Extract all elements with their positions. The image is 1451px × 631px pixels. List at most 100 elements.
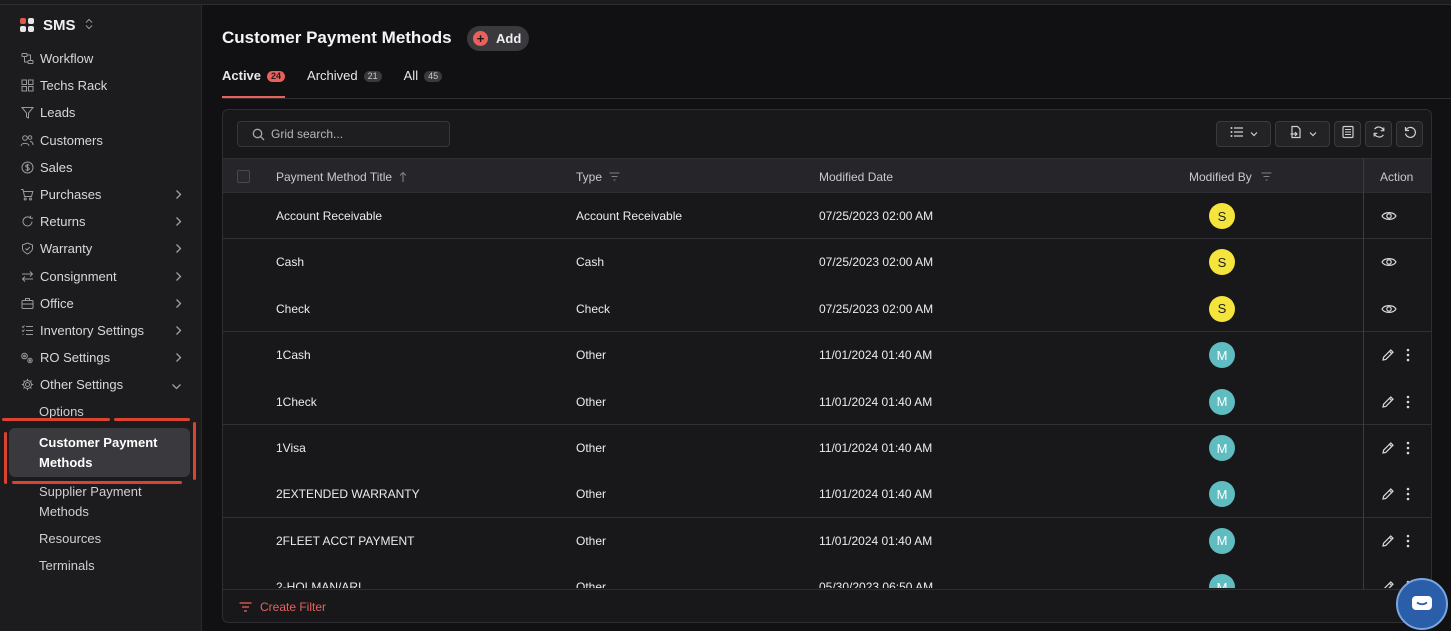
columns-button[interactable] — [1334, 121, 1361, 147]
cell-modified-by: S — [1209, 286, 1235, 332]
sidebar-item-techs-rack[interactable]: Techs Rack — [0, 72, 202, 99]
create-filter-button[interactable]: Create Filter — [260, 600, 326, 614]
sidebar-item-label: Consignment — [40, 268, 117, 284]
view-button[interactable] — [1381, 256, 1397, 268]
app-logo-icon — [20, 18, 34, 32]
grid-search — [237, 121, 450, 147]
table-body: Account Receivable Account Receivable 07/2… — [223, 193, 1431, 588]
cell-modified-date: 11/01/2024 01:40 AM — [819, 441, 933, 455]
edit-button[interactable] — [1381, 580, 1395, 588]
shield-icon — [20, 242, 34, 256]
sidebar-item-label: Warranty — [40, 241, 93, 257]
kebab-menu-icon — [1406, 348, 1410, 362]
more-options-button[interactable] — [1406, 534, 1410, 548]
edit-button[interactable] — [1381, 534, 1395, 548]
column-header-modified-by[interactable]: Modified By — [1189, 159, 1272, 194]
edit-button[interactable] — [1381, 441, 1395, 455]
column-label: Action — [1380, 169, 1414, 184]
pencil-icon — [1381, 487, 1395, 501]
column-header-modified-date[interactable]: Modified Date — [819, 159, 893, 194]
sidebar-item-inventory-settings[interactable]: Inventory Settings — [0, 317, 202, 344]
tab-count-badge: 24 — [267, 71, 286, 82]
sidebar-item-other-settings[interactable]: Other Settings — [0, 371, 202, 398]
table-row[interactable]: Check Check 07/25/2023 02:00 AM S — [223, 286, 1431, 333]
sidebar-subitem-options[interactable]: Options — [0, 398, 202, 425]
table-row[interactable]: Account Receivable Account Receivable 07/2… — [223, 193, 1431, 240]
annotation-mark — [114, 418, 190, 421]
chevron-updown-icon — [85, 18, 93, 33]
swap-icon — [20, 269, 34, 283]
view-button[interactable] — [1381, 303, 1397, 315]
search-input[interactable] — [271, 127, 441, 141]
sidebar-item-customers[interactable]: Customers — [0, 127, 202, 154]
more-options-button[interactable] — [1406, 487, 1410, 501]
sidebar-subitem-resources[interactable]: Resources — [0, 525, 202, 552]
edit-button[interactable] — [1381, 395, 1395, 409]
table-row[interactable]: 1Cash Other 11/01/2024 01:40 AM M — [223, 332, 1431, 378]
sidebar-item-label: Sales — [40, 159, 73, 175]
search-icon — [252, 128, 265, 141]
avatar: M — [1209, 342, 1235, 369]
sidebar-subitem-label: Customer Payment Methods — [39, 434, 158, 470]
select-all-checkbox[interactable] — [237, 170, 250, 183]
export-dropdown[interactable] — [1275, 121, 1330, 147]
edit-button[interactable] — [1381, 487, 1395, 501]
column-header-type[interactable]: Type — [576, 159, 620, 194]
more-options-button[interactable] — [1406, 441, 1410, 455]
tab-archived[interactable]: Archived 21 — [307, 68, 382, 98]
refresh-button[interactable] — [1365, 121, 1392, 147]
sidebar-subitem-supplier-payment-methods[interactable]: Supplier Payment Methods — [0, 478, 202, 525]
view-density-dropdown[interactable] — [1216, 121, 1271, 147]
table-row[interactable]: 2FLEET ACCT PAYMENT Other 11/01/2024 01:40… — [223, 518, 1431, 564]
sidebar-item-consignment[interactable]: Consignment — [0, 263, 202, 290]
sidebar-item-returns[interactable]: Returns — [0, 208, 202, 235]
filter-icon — [1261, 172, 1272, 181]
app-switcher[interactable]: SMS — [20, 14, 93, 36]
table-row[interactable]: Cash Cash 07/25/2023 02:00 AM S — [223, 239, 1431, 285]
sidebar-subitem-terminals[interactable]: Terminals — [0, 552, 202, 579]
tab-active[interactable]: Active 24 — [222, 68, 286, 98]
table-row[interactable]: 2EXTENDED WARRANTY Other 11/01/2024 01:40 … — [223, 471, 1431, 518]
kebab-menu-icon — [1406, 534, 1410, 548]
view-button[interactable] — [1381, 210, 1397, 222]
pencil-icon — [1381, 580, 1395, 588]
sidebar-subitem-customer-payment-methods[interactable]: Customer Payment Methods — [9, 428, 190, 478]
sidebar-item-warranty[interactable]: Warranty — [0, 235, 202, 262]
sidebar-item-label: Returns — [40, 214, 86, 230]
reset-button[interactable] — [1396, 121, 1423, 147]
sidebar-item-purchases[interactable]: Purchases — [0, 181, 202, 208]
sidebar-item-office[interactable]: Office — [0, 290, 202, 317]
cell-title: Cash — [276, 255, 305, 270]
cart-icon — [20, 188, 34, 202]
edit-button[interactable] — [1381, 348, 1395, 362]
sidebar-item-sales[interactable]: Sales — [0, 154, 202, 181]
more-options-button[interactable] — [1406, 395, 1410, 409]
cell-title: Account Receivable — [276, 209, 383, 223]
table-row[interactable]: 1Check Other 11/01/2024 01:40 AM M — [223, 379, 1431, 425]
cell-title: 1Cash — [276, 348, 311, 363]
pencil-icon — [1381, 348, 1395, 362]
column-header-title[interactable]: Payment Method Title — [276, 159, 407, 194]
tab-all[interactable]: All 45 — [404, 68, 443, 98]
cell-title: 2EXTENDED WARRANTY — [276, 487, 420, 502]
chat-support-button[interactable] — [1396, 578, 1448, 630]
cell-title: 1Visa — [276, 441, 306, 455]
cell-modified-date: 11/01/2024 01:40 AM — [819, 348, 933, 363]
cell-modified-by: M — [1209, 471, 1235, 517]
sidebar-item-workflow[interactable]: Workflow — [0, 45, 202, 72]
add-button[interactable]: + Add — [467, 26, 529, 51]
tab-bar: Active 24 Archived 21 All 45 — [222, 68, 464, 98]
chevron-down-icon — [1250, 131, 1258, 137]
cell-actions — [1363, 425, 1410, 471]
cell-modified-date: 05/30/2023 06:50 AM — [819, 580, 934, 588]
cell-modified-date: 11/01/2024 01:40 AM — [819, 394, 933, 409]
sidebar: SMS Workflow Techs Rack Leads Customers Sale… — [0, 5, 202, 631]
action-column-divider — [1363, 158, 1364, 589]
table-row[interactable]: 1Visa Other 11/01/2024 01:40 AM M — [223, 425, 1431, 471]
sidebar-item-leads[interactable]: Leads — [0, 99, 202, 126]
sidebar-item-ro-settings[interactable]: RO Settings — [0, 344, 202, 371]
more-options-button[interactable] — [1406, 348, 1410, 362]
page-title: Customer Payment Methods — [222, 28, 452, 47]
cell-type: Other — [576, 441, 607, 455]
table-row[interactable]: 2-HOLMAN/ARI Other 05/30/2023 06:50 AM M — [223, 564, 1431, 588]
